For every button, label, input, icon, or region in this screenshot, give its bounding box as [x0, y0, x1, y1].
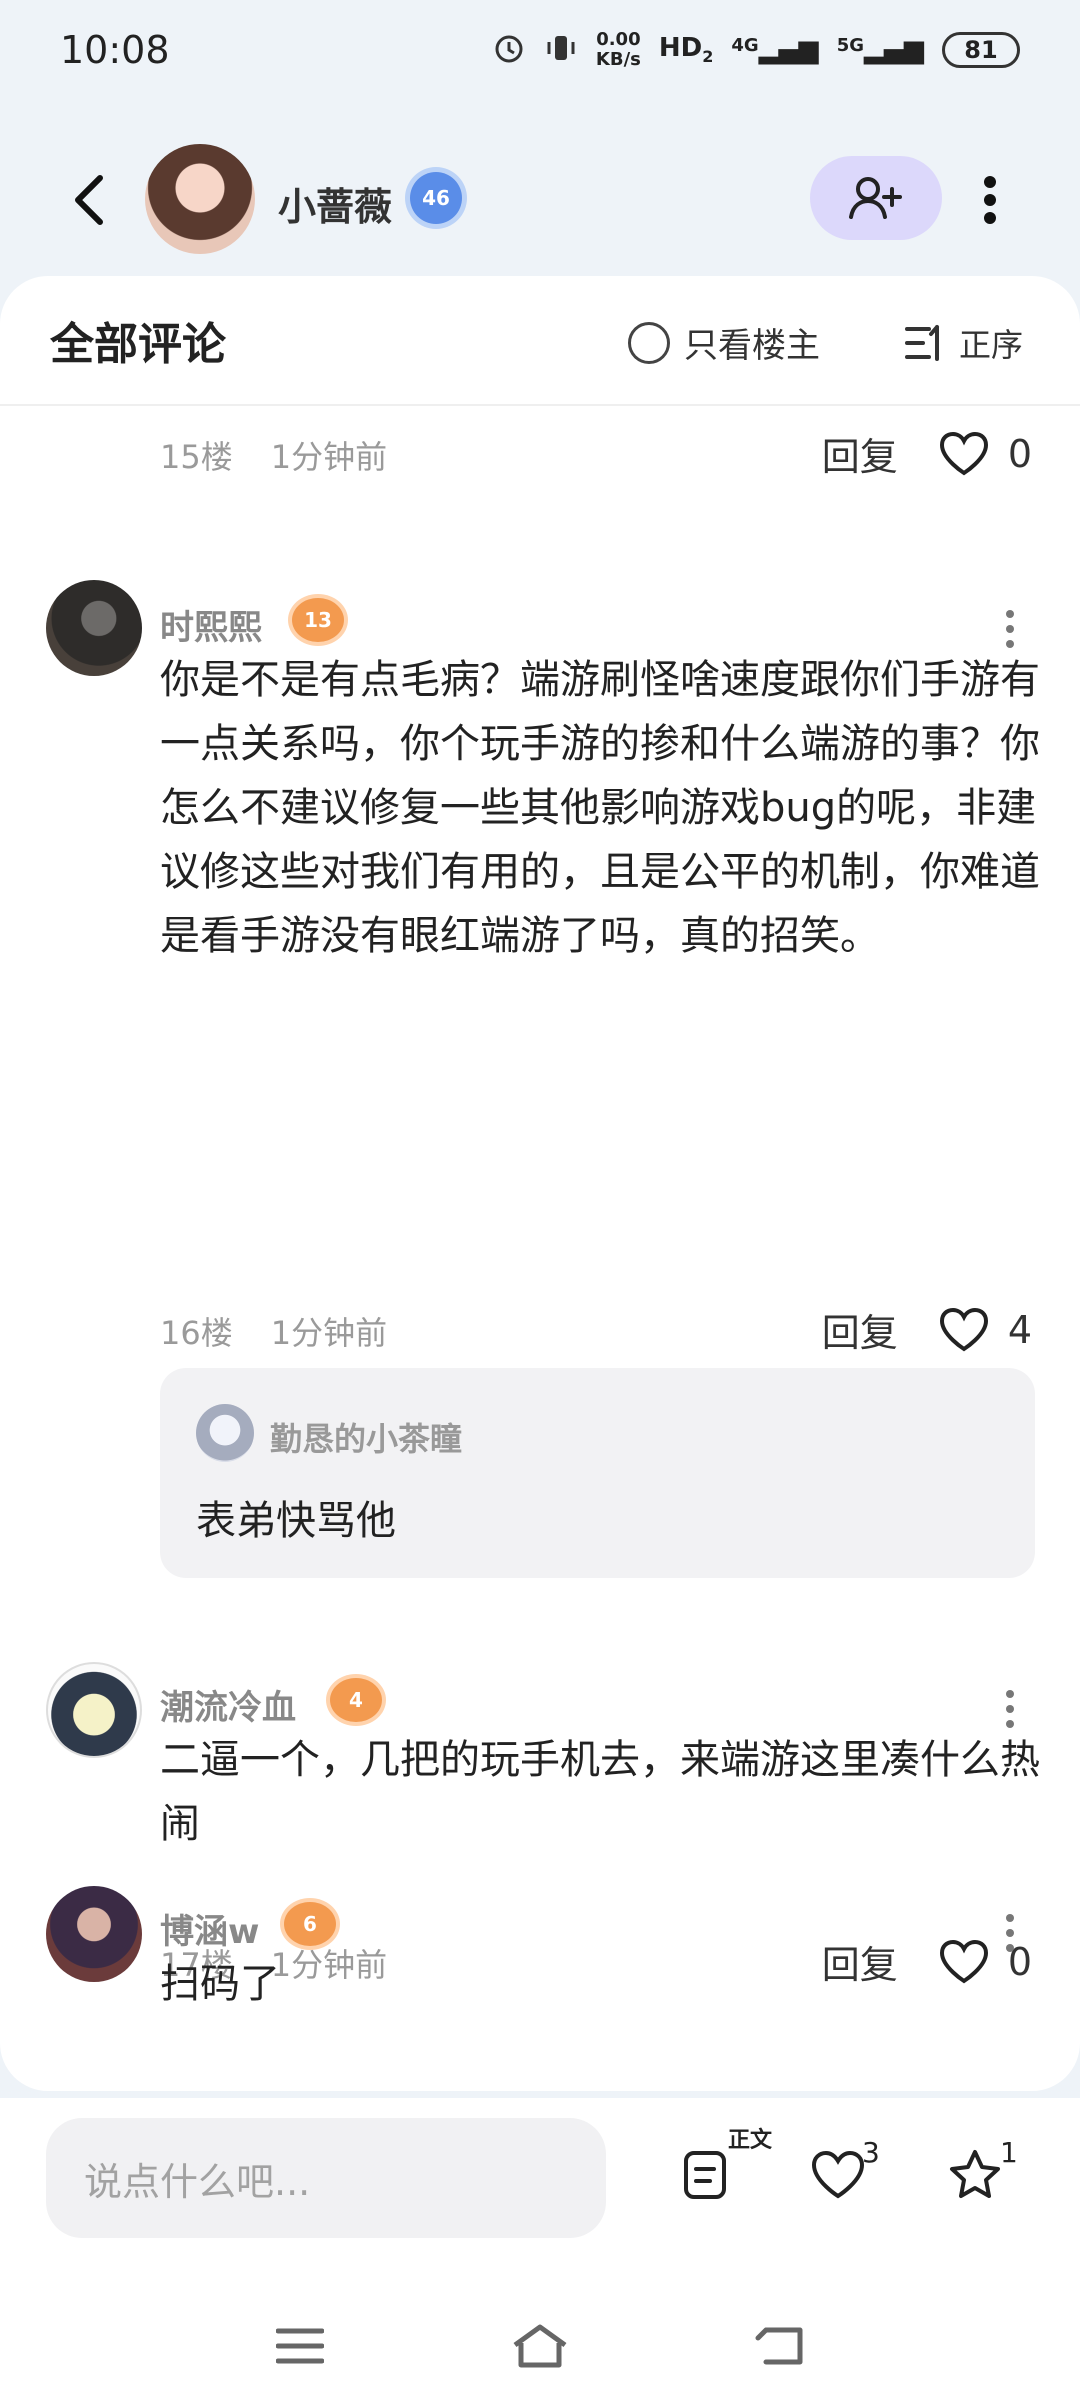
sub-reply-avatar[interactable]	[196, 1404, 254, 1462]
author-name[interactable]: 小蔷薇	[278, 176, 392, 231]
menu-nav-button[interactable]	[265, 2316, 335, 2376]
back-button[interactable]	[60, 170, 120, 230]
more-options-button[interactable]	[970, 170, 1010, 230]
comment-input[interactable]: 说点什么吧...	[46, 2118, 606, 2238]
status-icons: 0.00 KB/s HD2 4G▂▄▆ 5G▂▄▆ 81	[492, 30, 1020, 70]
floor-label: 15楼	[160, 438, 233, 476]
comment-text: 你是不是有点毛病？端游刷怪啥速度跟你们手游有一点关系吗，你个玩手游的掺和什么端游…	[160, 657, 1040, 959]
comment-meta-15: 15楼 1分钟前	[160, 432, 387, 478]
user-name[interactable]: 潮流冷血	[160, 1680, 296, 1729]
reply-button[interactable]: 回复	[822, 426, 898, 481]
comment-actions-15: 回复 0	[822, 426, 1032, 481]
time-label: 1分钟前	[270, 1314, 388, 1352]
home-icon	[513, 2324, 567, 2368]
status-time: 10:08	[60, 28, 170, 72]
floor-label: 16楼	[160, 1314, 233, 1352]
document-icon	[684, 2151, 726, 2199]
chevron-left-icon	[75, 175, 103, 225]
menu-icon	[276, 2328, 324, 2364]
sort-label: 正序	[959, 326, 1024, 364]
alarm-icon	[492, 31, 526, 69]
heart-icon[interactable]	[938, 431, 990, 477]
sub-reply-text: 表弟快骂他	[196, 1498, 396, 1544]
level-badge: 13	[292, 598, 344, 642]
user-name[interactable]: 时熙熙	[160, 600, 262, 649]
comments-title: 全部评论	[50, 319, 226, 370]
return-icon	[755, 2327, 803, 2365]
radio-icon	[628, 321, 670, 364]
favorite-count: 1	[1000, 2136, 1018, 2169]
comments-panel: 全部评论 只看楼主 正序 15楼 1分钟前 回复 0 时熙熙 13 你是不是有点…	[0, 276, 1080, 2091]
only-op-label: 只看楼主	[684, 326, 820, 366]
like-count: 4	[1007, 1307, 1032, 1352]
like-count: 0	[1007, 431, 1032, 476]
level-badge: 6	[284, 1902, 336, 1946]
time-label: 1分钟前	[270, 438, 388, 476]
vibrate-icon	[544, 31, 578, 69]
add-user-icon	[849, 177, 902, 219]
status-bar: 10:08 0.00 KB/s HD2 4G▂▄▆ 5G▂▄▆ 81	[0, 0, 1080, 100]
author-level-badge: 46	[410, 172, 462, 224]
hd-icon: HD2	[658, 33, 714, 67]
more-vertical-icon	[984, 176, 996, 224]
user-avatar[interactable]	[46, 580, 142, 676]
reply-button[interactable]: 回复	[822, 1302, 898, 1357]
like-count: 3	[862, 2136, 880, 2169]
sort-toggle[interactable]: 正序	[905, 320, 1023, 366]
comment-actions-16: 回复 4	[822, 1302, 1032, 1357]
heart-icon[interactable]	[938, 1307, 990, 1353]
follow-button[interactable]	[810, 156, 942, 240]
comment-text: 二逼一个，几把的玩手机去，来端游这里凑什么热闹	[160, 1737, 1040, 1847]
user-avatar[interactable]	[46, 1886, 142, 1982]
comment-meta-16: 16楼 1分钟前	[160, 1308, 387, 1354]
user-avatar[interactable]	[46, 1662, 142, 1758]
back-nav-button[interactable]	[745, 2316, 815, 2376]
comment-more-button[interactable]	[1000, 1914, 1020, 1952]
signal-5g-icon: 5G▂▄▆	[836, 35, 924, 65]
post-body-label: 正文	[728, 2128, 773, 2153]
comments-header: 全部评论 只看楼主 正序	[0, 276, 1080, 406]
system-nav-bar	[0, 2298, 1080, 2398]
signal-4g-icon: 4G▂▄▆	[731, 35, 819, 65]
user-name[interactable]: 博涵w	[160, 1904, 259, 1953]
top-bar: 小蔷薇 46	[0, 140, 1080, 260]
sub-reply-box[interactable]: 勤恳的小茶瞳 表弟快骂他	[160, 1368, 1035, 1578]
only-op-toggle[interactable]: 只看楼主	[628, 318, 820, 367]
star-icon	[950, 2150, 1000, 2198]
heart-icon	[811, 2150, 865, 2199]
battery-indicator: 81	[942, 32, 1020, 68]
comment-more-button[interactable]	[1000, 1690, 1020, 1728]
sort-icon	[905, 325, 939, 361]
network-speed: 0.00 KB/s	[595, 29, 641, 70]
home-nav-button[interactable]	[505, 2316, 575, 2376]
comment-item: 博涵w 6 扫码了	[0, 1886, 1080, 2066]
comment-more-button[interactable]	[1000, 610, 1020, 648]
sub-reply-name[interactable]: 勤恳的小茶瞳	[270, 1414, 462, 1460]
bottom-bar: 说点什么吧... 正文 3 1	[0, 2098, 1080, 2400]
comment-text: 扫码了	[160, 1961, 280, 2007]
author-avatar[interactable]	[145, 144, 255, 254]
level-badge: 4	[330, 1678, 382, 1722]
